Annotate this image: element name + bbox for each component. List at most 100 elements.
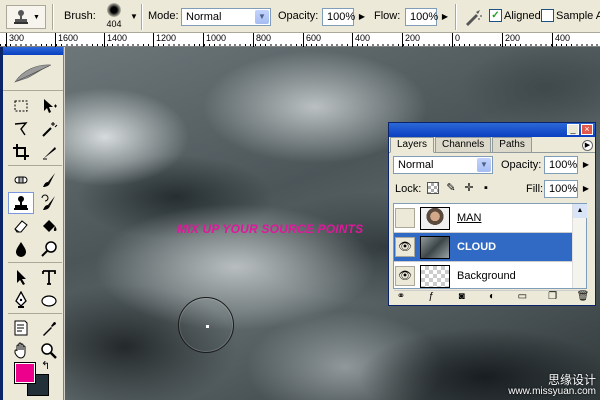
paint-bucket-tool[interactable] [36, 215, 62, 237]
mode-select[interactable]: Normal ▼ [181, 8, 271, 26]
eraser-tool[interactable] [8, 215, 34, 237]
palette-menu-icon[interactable]: ▶ [582, 140, 593, 151]
shape-icon [41, 295, 57, 307]
mode-value: Normal [186, 11, 222, 23]
eye-icon[interactable]: 👁 [395, 266, 415, 286]
zoom-icon [41, 343, 57, 359]
magic-wand-tool[interactable] [36, 118, 62, 140]
opacity-field[interactable]: 100% ▶ [322, 8, 365, 26]
tab-channels[interactable]: Channels [435, 137, 492, 152]
history-brush-tool[interactable] [36, 192, 62, 214]
palette-title-bar[interactable]: _ × [389, 123, 595, 137]
toolbox-title-bar[interactable] [3, 47, 63, 55]
blend-mode-select[interactable]: Normal ▼ [393, 156, 493, 174]
pen-tool[interactable] [8, 289, 34, 311]
chevron-down-icon: ▼ [477, 158, 491, 172]
type-tool[interactable] [36, 266, 62, 288]
horizontal-ruler[interactable]: 300 1600 1400 1200 1000 800 600 400 200 … [0, 33, 600, 47]
aligned-checkbox[interactable]: ✓ [489, 9, 502, 22]
tool-preset-picker[interactable]: ▼ [6, 5, 46, 29]
trash-icon[interactable]: 🗑 [575, 291, 591, 302]
flyout-arrow-icon[interactable]: ▶ [442, 12, 448, 21]
eye-icon[interactable]: 👁 [395, 237, 415, 257]
layer-mask-icon[interactable]: ◙ [454, 291, 470, 302]
link-layers-icon[interactable]: ⚭ [393, 291, 409, 302]
path-selection-tool[interactable] [8, 266, 34, 288]
separator [141, 4, 142, 30]
brush-dropdown-icon[interactable]: ▼ [130, 12, 138, 21]
lock-pixels-icon[interactable]: ✎ [445, 182, 457, 194]
palette-tabs: Layers Channels Paths ▶ [389, 137, 595, 153]
brush-picker[interactable]: 404 [98, 0, 130, 32]
airbrush-icon[interactable] [463, 7, 483, 27]
swap-colors-icon[interactable]: ↰ [41, 359, 50, 372]
marquee-tool[interactable] [8, 95, 34, 117]
fill-field[interactable]: 100% ▶ [544, 180, 589, 198]
layer-list-scrollbar[interactable]: ▲ [572, 204, 587, 288]
lock-position-icon[interactable]: ✛ [463, 182, 475, 194]
foreground-color-swatch[interactable] [14, 362, 36, 384]
adobe-online-button[interactable] [3, 55, 63, 91]
move-tool[interactable] [36, 95, 62, 117]
ruler-tick: 200 [502, 33, 520, 47]
ruler-tick: 1400 [104, 33, 127, 47]
tool-divider [8, 262, 62, 265]
new-layer-icon[interactable]: ❐ [545, 291, 561, 302]
tab-paths[interactable]: Paths [492, 137, 532, 152]
shape-tool[interactable] [36, 289, 62, 311]
flow-field[interactable]: 100% ▶ [405, 8, 448, 26]
lasso-icon [14, 122, 28, 136]
layer-style-icon[interactable]: ƒ [423, 291, 439, 302]
notes-icon [14, 320, 28, 336]
dodge-icon [41, 241, 57, 257]
notes-tool[interactable] [8, 317, 34, 339]
blur-tool[interactable] [8, 238, 34, 260]
flyout-arrow-icon[interactable]: ▶ [583, 160, 589, 169]
marquee-icon [14, 100, 28, 112]
ruler-tick: 300 [6, 33, 24, 47]
clone-stamp-tool[interactable] [8, 192, 34, 214]
flyout-arrow-icon[interactable]: ▶ [583, 184, 589, 193]
healing-brush-tool[interactable] [8, 169, 34, 191]
blend-mode-value: Normal [398, 159, 434, 171]
layer-list: MAN 👁 CLOUD 👁 Background ▲ [393, 203, 587, 291]
feather-icon [14, 64, 52, 83]
fill-label: Fill: [526, 183, 544, 195]
crop-tool[interactable] [8, 141, 34, 163]
layer-name: Background [457, 270, 516, 282]
tab-layers[interactable]: Layers [390, 137, 435, 153]
layer-thumbnail [420, 207, 450, 230]
layer-man[interactable]: MAN [394, 204, 586, 233]
scroll-up-icon[interactable]: ▲ [573, 204, 587, 218]
layer-thumbnail [420, 265, 450, 288]
eyedropper-tool[interactable] [36, 317, 62, 339]
ruler-tick: 800 [253, 33, 271, 47]
adjustment-layer-icon[interactable]: ◐ [484, 291, 500, 302]
layer-opacity-field[interactable]: 100% ▶ [544, 156, 589, 174]
brush-tip-preview [107, 3, 121, 17]
visibility-toggle[interactable] [395, 208, 415, 228]
tool-divider [8, 313, 62, 316]
lock-all-icon[interactable]: ▪ [480, 182, 492, 194]
close-icon[interactable]: × [581, 124, 593, 135]
sample-all-label: Sample Al [556, 10, 600, 22]
sample-all-checkbox[interactable] [541, 9, 554, 22]
hand-icon [14, 342, 26, 359]
brush-tool[interactable] [36, 169, 62, 191]
layers-palette: _ × Layers Channels Paths ▶ Normal ▼ Opa… [388, 122, 596, 306]
slice-tool[interactable] [36, 141, 62, 163]
minimize-icon[interactable]: _ [567, 124, 579, 135]
flyout-arrow-icon[interactable]: ▶ [359, 12, 365, 21]
layer-background[interactable]: 👁 Background [394, 262, 586, 291]
blur-icon [16, 242, 26, 257]
lasso-tool[interactable] [8, 118, 34, 140]
magic-wand-icon [42, 122, 58, 137]
type-icon [42, 270, 56, 285]
layer-cloud[interactable]: 👁 CLOUD [394, 233, 586, 262]
chevron-down-icon: ▼ [255, 10, 269, 24]
new-group-icon[interactable]: ▭ [514, 291, 530, 302]
slice-icon [43, 147, 56, 160]
lock-transparency-icon[interactable] [427, 182, 439, 194]
paint-bucket-icon [43, 220, 57, 232]
dodge-tool[interactable] [36, 238, 62, 260]
